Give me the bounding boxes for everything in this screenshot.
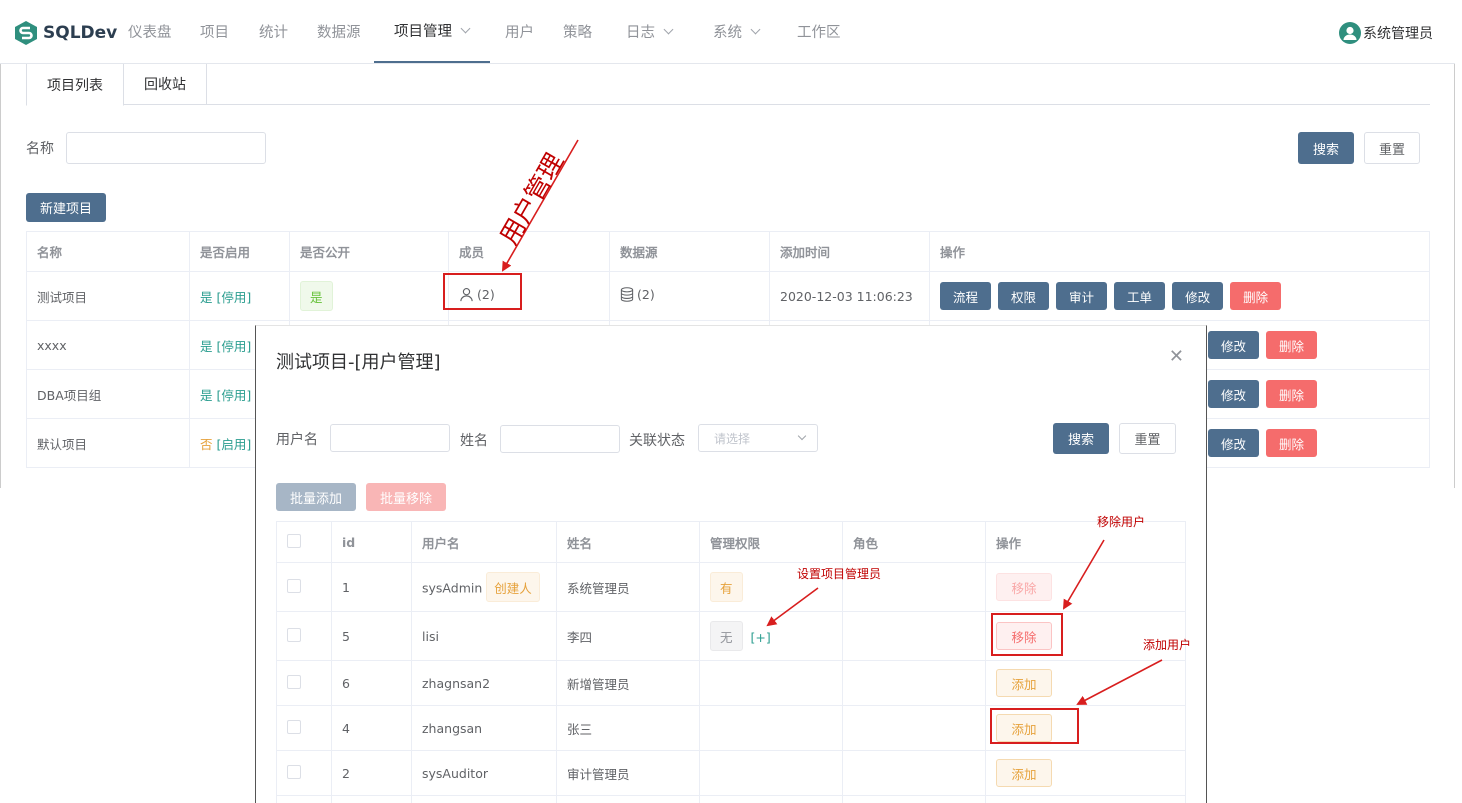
annotation-set-admin: 设置项目管理员	[797, 567, 882, 581]
arrow-set-admin	[766, 587, 819, 627]
arrow-remove	[1062, 539, 1105, 610]
annotation-remove-user: 移除用户	[1097, 515, 1146, 529]
annotation-arrows	[502, 139, 1163, 705]
arrow-add	[1076, 659, 1163, 705]
annotation-add-user: 添加用户	[1143, 638, 1192, 652]
